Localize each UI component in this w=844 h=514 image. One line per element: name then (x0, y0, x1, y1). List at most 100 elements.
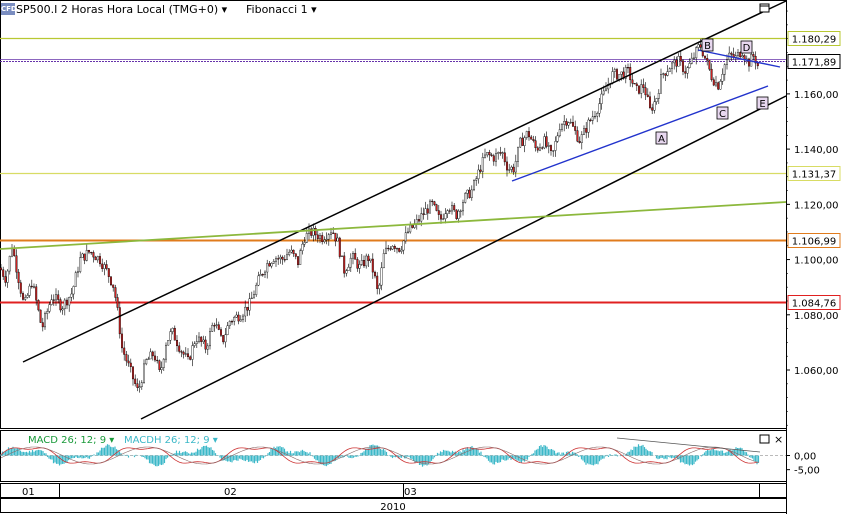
candle-body (193, 343, 196, 346)
candle-body (270, 263, 273, 267)
candle-body (147, 358, 150, 360)
candle-body (591, 116, 594, 121)
candle-body (682, 60, 685, 72)
candle-body (400, 249, 403, 252)
candle-body (219, 329, 222, 336)
candle-body (233, 317, 236, 322)
candle-body (662, 73, 665, 75)
candle-body (631, 79, 634, 84)
candle-body (404, 232, 407, 242)
candle-body (459, 210, 462, 212)
candle-body (418, 219, 421, 222)
candle-body (503, 152, 506, 163)
candle-body (101, 263, 104, 269)
candle-body (556, 135, 559, 142)
candle-body (330, 232, 333, 235)
candle-body (756, 62, 759, 67)
candle-body (59, 299, 62, 311)
candle-body (475, 178, 478, 181)
candle-body (0, 267, 2, 270)
candle-body (640, 84, 643, 94)
candle-body (4, 276, 7, 283)
candle-body (693, 57, 696, 59)
candle-body (642, 84, 645, 88)
candle-body (508, 169, 511, 171)
candle-body (134, 378, 137, 384)
candle-body (28, 285, 31, 296)
candle-body (715, 82, 718, 86)
candle-body (517, 146, 520, 162)
candle-body (627, 67, 630, 69)
candle-body (338, 237, 341, 257)
candle-body (510, 166, 513, 170)
candle-body (605, 88, 608, 92)
candle-body (123, 347, 126, 355)
x-tick-label: 03 (404, 487, 417, 498)
candle-body (39, 309, 42, 323)
y-tick-label: 1.120,00 (794, 200, 839, 211)
candle-body (741, 55, 744, 58)
candle-body (352, 253, 355, 259)
y-tick-label: 1.160,00 (794, 90, 839, 101)
candle-body (74, 272, 77, 287)
candle-body (175, 340, 178, 347)
candle-body (488, 152, 491, 156)
candle-body (420, 213, 423, 222)
candle-body (611, 71, 614, 84)
candle-body (325, 238, 328, 241)
candle-body (303, 242, 306, 245)
candle-body (79, 257, 82, 272)
candle-body (68, 297, 71, 306)
candle-body (156, 359, 159, 362)
candle-body (354, 253, 357, 260)
price-frame (0, 0, 787, 429)
candle-body (94, 256, 97, 261)
candle-body (215, 324, 218, 326)
x-year-label: 2010 (380, 502, 405, 513)
candle-body (162, 358, 165, 368)
candle-body (24, 297, 27, 300)
candle-body (235, 314, 238, 318)
candle-body (589, 119, 592, 121)
fib-label: 1.131,37 (792, 170, 837, 181)
candle-body (140, 382, 143, 387)
candle-body (462, 202, 465, 212)
candle-body (241, 315, 244, 320)
candle-body (598, 103, 601, 114)
candle-body (666, 71, 669, 76)
candle-body (391, 246, 394, 250)
candle-body (217, 324, 220, 330)
candle-body (109, 276, 112, 286)
triangle-lower-line (511, 85, 769, 182)
candle-body (228, 321, 231, 326)
candle-body (587, 119, 590, 133)
candle-body (33, 286, 36, 288)
candle-body (8, 255, 11, 272)
candle-body (561, 124, 564, 130)
candle-body (48, 304, 51, 312)
candle-body (506, 161, 509, 171)
candle-body (178, 345, 181, 352)
candle-body (149, 351, 152, 360)
candle-body (407, 231, 410, 233)
fib-label: 1.106,99 (792, 237, 837, 248)
candle-body (572, 121, 575, 127)
candle-body (120, 333, 123, 349)
candle-body (543, 136, 546, 149)
candle-body (279, 256, 282, 259)
candle-body (374, 271, 377, 277)
candle-body (431, 200, 434, 203)
candle-body (180, 351, 183, 353)
candle-body (107, 268, 110, 277)
candle-body (213, 325, 216, 327)
price-pane: A B C D E (0, 0, 787, 429)
candle-body (22, 293, 25, 300)
candle-body (385, 247, 388, 254)
wave-label: E (759, 99, 765, 110)
candle-body (495, 153, 498, 162)
candle-body (288, 251, 291, 256)
candle-body (206, 345, 209, 350)
candle-body (448, 210, 451, 212)
candle-body (255, 284, 258, 295)
candle-body (35, 286, 38, 301)
